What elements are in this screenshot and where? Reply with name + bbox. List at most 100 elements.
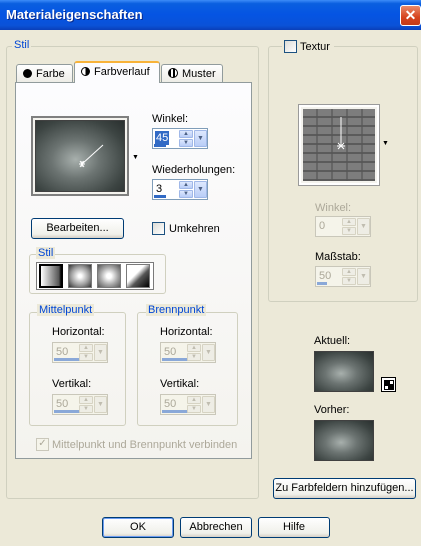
tab-muster[interactable]: Muster: [161, 64, 223, 83]
mittelpunkt-vertikal-dropdown-icon[interactable]: ▼: [94, 396, 107, 413]
stil-type-strip: [36, 262, 154, 290]
spin-down-icon[interactable]: ▼: [342, 277, 356, 285]
brennpunkt-vertikal-value[interactable]: 50: [163, 397, 183, 411]
linear-gradient-icon[interactable]: [39, 264, 63, 288]
gradient-angle-indicator-icon: [79, 144, 104, 168]
texture-angle-indicator-icon: [337, 117, 345, 150]
mittelpunkt-horizontal-label: Horizontal:: [52, 326, 105, 338]
mittelpunkt-horizontal-updown[interactable]: ▲ ▼: [79, 344, 93, 361]
brennpunkt-vertikal-bar: [162, 410, 189, 413]
gradient-dropdown-arrow-icon[interactable]: ▼: [132, 154, 139, 161]
wiederholungen-level-bar: [154, 195, 166, 198]
spin-up-icon[interactable]: ▲: [179, 181, 193, 189]
spin-up-icon[interactable]: ▲: [342, 218, 356, 226]
wiederholungen-updown[interactable]: ▲ ▼: [179, 181, 193, 198]
mittelpunkt-label: Mittelpunkt: [37, 304, 95, 316]
help-button[interactable]: Hilfe: [258, 517, 330, 538]
tab-farbverlauf[interactable]: Farbverlauf: [74, 61, 160, 83]
winkel-level-bar: [154, 144, 166, 147]
brennpunkt-vertikal-updown[interactable]: ▲ ▼: [187, 396, 201, 413]
sunburst-gradient-icon[interactable]: [97, 264, 121, 288]
massstab-label: Maßstab:: [315, 251, 361, 263]
spin-up-icon[interactable]: ▲: [187, 396, 201, 404]
verbinden-checkbox[interactable]: ✓: [36, 438, 49, 451]
spin-up-icon[interactable]: ▲: [179, 130, 193, 138]
spin-down-icon[interactable]: ▼: [342, 227, 356, 235]
gradient-icon: [81, 67, 90, 76]
vorher-label: Vorher:: [314, 404, 350, 416]
brennpunkt-label: Brennpunkt: [146, 304, 207, 316]
spin-up-icon[interactable]: ▲: [79, 344, 93, 352]
mittelpunkt-horizontal-dropdown-icon[interactable]: ▼: [94, 344, 107, 361]
winkel-updown[interactable]: ▲ ▼: [179, 130, 193, 147]
winkel-dropdown-icon[interactable]: ▼: [194, 130, 207, 147]
wiederholungen-spinner[interactable]: 3 ▲ ▼ ▼: [152, 179, 208, 200]
textur-winkel-updown[interactable]: ▲ ▼: [342, 218, 356, 235]
mittelpunkt-horizontal-spinner[interactable]: 50 ▲ ▼ ▼: [52, 342, 108, 363]
textur-winkel-spinner[interactable]: 0 ▲ ▼ ▼: [315, 216, 371, 237]
add-to-swatches-button[interactable]: Zu Farbfeldern hinzufügen...: [273, 478, 416, 499]
textur-label: Textur: [300, 41, 330, 53]
spin-up-icon[interactable]: ▲: [79, 396, 93, 404]
mittelpunkt-horizontal-bar: [54, 358, 81, 361]
mittelpunkt-vertikal-bar: [54, 410, 81, 413]
mittelpunkt-vertikal-spinner[interactable]: 50 ▲ ▼ ▼: [52, 394, 108, 415]
winkel-value[interactable]: 45: [155, 131, 169, 145]
mittelpunkt-horizontal-value[interactable]: 50: [55, 345, 75, 359]
spin-down-icon[interactable]: ▼: [179, 139, 193, 147]
brennpunkt-horizontal-dropdown-icon[interactable]: ▼: [202, 344, 215, 361]
wiederholungen-value[interactable]: 3: [155, 182, 175, 196]
spin-down-icon[interactable]: ▼: [79, 405, 93, 413]
massstab-value[interactable]: 50: [318, 269, 338, 283]
swap-icon[interactable]: [381, 377, 396, 392]
window-title: Materialeigenschaften: [6, 7, 143, 22]
aktuell-swatch[interactable]: [314, 351, 374, 392]
mittelpunkt-vertikal-value[interactable]: 50: [55, 397, 75, 411]
texture-dropdown-arrow-icon[interactable]: ▼: [382, 140, 389, 147]
winkel-spinner[interactable]: 45 ▲ ▼ ▼: [152, 128, 208, 149]
brennpunkt-vertikal-spinner[interactable]: 50 ▲ ▼ ▼: [160, 394, 216, 415]
brennpunkt-horizontal-spinner[interactable]: 50 ▲ ▼ ▼: [160, 342, 216, 363]
bearbeiten-button[interactable]: Bearbeiten...: [31, 218, 124, 239]
spin-down-icon[interactable]: ▼: [187, 353, 201, 361]
spin-up-icon[interactable]: ▲: [187, 344, 201, 352]
winkel-label: Winkel:: [152, 113, 189, 125]
cancel-button[interactable]: Abbrechen: [180, 517, 252, 538]
radial-gradient-icon[interactable]: [126, 264, 150, 288]
massstab-dropdown-icon[interactable]: ▼: [357, 268, 370, 285]
mittelpunkt-vertikal-label: Vertikal:: [52, 378, 92, 390]
ok-button[interactable]: OK: [102, 517, 174, 538]
massstab-updown[interactable]: ▲ ▼: [342, 268, 356, 285]
textur-winkel-dropdown-icon[interactable]: ▼: [357, 218, 370, 235]
massstab-level-bar: [317, 282, 327, 285]
umkehren-label: Umkehren: [169, 223, 220, 235]
texture-preview-frame[interactable]: [299, 105, 379, 185]
massstab-spinner[interactable]: 50 ▲ ▼ ▼: [315, 266, 371, 287]
brennpunkt-horizontal-updown[interactable]: ▲ ▼: [187, 344, 201, 361]
stil-type-label: Stil: [36, 247, 56, 259]
brennpunkt-vertikal-dropdown-icon[interactable]: ▼: [202, 396, 215, 413]
wiederholungen-dropdown-icon[interactable]: ▼: [194, 181, 207, 198]
brennpunkt-horizontal-bar: [162, 358, 189, 361]
wiederholungen-label: Wiederholungen:: [152, 164, 236, 176]
brennpunkt-horizontal-label: Horizontal:: [160, 326, 213, 338]
spin-down-icon[interactable]: ▼: [179, 190, 193, 198]
spin-up-icon[interactable]: ▲: [342, 268, 356, 276]
pattern-icon: [168, 68, 178, 78]
tab-farbe[interactable]: Farbe: [16, 64, 73, 83]
rectangular-gradient-icon[interactable]: [68, 264, 92, 288]
brennpunkt-horizontal-value[interactable]: 50: [163, 345, 183, 359]
textur-checkbox[interactable]: [284, 40, 297, 53]
color-dot-icon: [23, 69, 32, 78]
stil-group-label: Stil: [12, 39, 32, 51]
umkehren-checkbox[interactable]: [152, 222, 165, 235]
spin-down-icon[interactable]: ▼: [187, 405, 201, 413]
mittelpunkt-vertikal-updown[interactable]: ▲ ▼: [79, 396, 93, 413]
brennpunkt-vertikal-label: Vertikal:: [160, 378, 200, 390]
spin-down-icon[interactable]: ▼: [79, 353, 93, 361]
vorher-swatch[interactable]: [314, 420, 374, 461]
gradient-swatch: [35, 120, 125, 192]
textur-winkel-value[interactable]: 0: [318, 219, 338, 233]
close-button[interactable]: ✕: [400, 5, 421, 26]
gradient-preview-frame[interactable]: [31, 116, 129, 196]
